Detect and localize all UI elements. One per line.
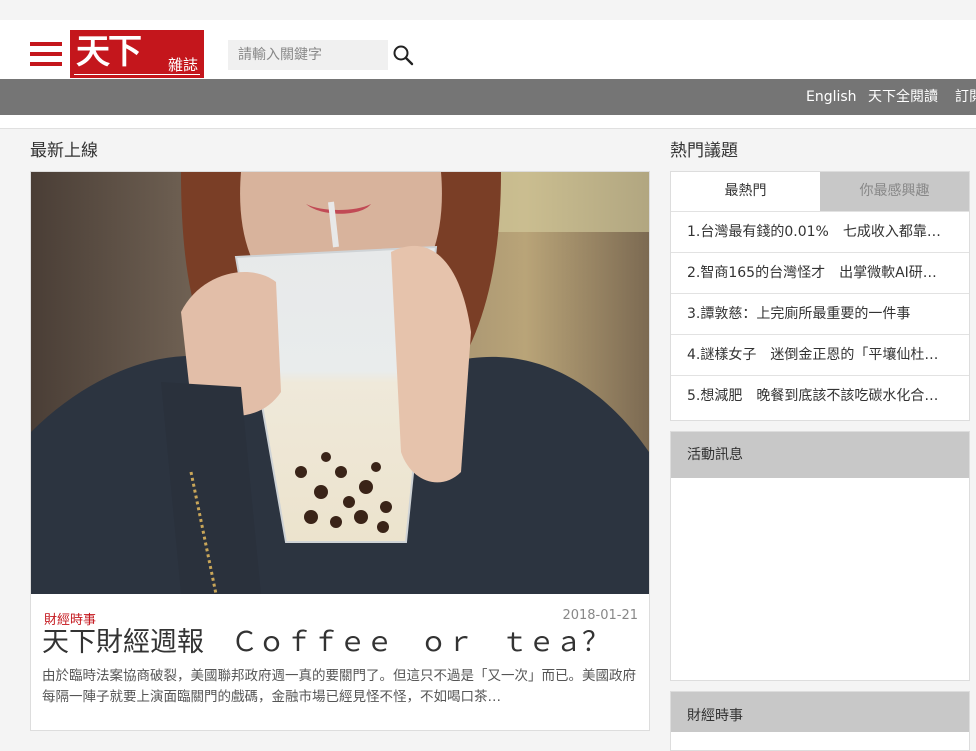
logo-main-text: 天下 [76, 32, 142, 72]
logo-sub-text: 雜誌 [167, 56, 198, 74]
main-nav: English 天下全閱讀 訂閱 [0, 79, 976, 115]
article-excerpt: 由於臨時法案協商破裂，美國聯邦政府週一真的要關門了。但這只不過是「又一次」而已。… [42, 668, 636, 705]
finance-panel-title: 財經時事 [671, 692, 969, 732]
article-title[interactable]: 天下財經週報 Ｃｏｆｆｅｅ ｏｒ ｔｅａ？ [42, 625, 622, 661]
menu-bar [30, 42, 62, 46]
hot-topics-box: 最熱門 你最感興趣 1.台灣最有錢的0.01% 七成收入都靠… 2.智商165的… [670, 171, 970, 421]
hot-topics-title: 熱門議題 [670, 141, 738, 161]
events-panel-title: 活動訊息 [671, 432, 969, 478]
search-input[interactable] [228, 40, 388, 70]
finance-panel: 財經時事 [670, 691, 970, 751]
menu-bar [30, 52, 62, 56]
featured-photo[interactable] [31, 172, 649, 594]
nav-item-subscribe[interactable]: 訂閱 [955, 79, 976, 115]
menu-bar [30, 62, 62, 66]
hot-topic-item[interactable]: 5.想減肥 晚餐到底該不該吃碳水化合… [671, 375, 969, 416]
nav-item-english[interactable]: English [806, 79, 857, 115]
top-strip [0, 0, 976, 20]
latest-section-title: 最新上線 [30, 141, 98, 161]
logo-underline [74, 74, 200, 75]
tab-your-interest[interactable]: 你最感興趣 [820, 172, 969, 211]
article-date: 2018-01-21 [562, 608, 638, 623]
nav-spacer [0, 115, 976, 129]
hot-topic-item[interactable]: 4.謎樣女子 迷倒金正恩的「平壤仙杜… [671, 334, 969, 375]
tab-most-popular[interactable]: 最熱門 [671, 172, 820, 211]
hot-topic-item[interactable]: 1.台灣最有錢的0.01% 七成收入都靠… [671, 211, 969, 252]
nav-item-full-read[interactable]: 天下全閱讀 [868, 79, 938, 115]
events-panel: 活動訊息 [670, 431, 970, 681]
search-icon[interactable] [392, 44, 414, 66]
bubble-tea-photo [31, 172, 649, 594]
hot-topic-item[interactable]: 2.智商165的台灣怪才 出掌微軟AI研… [671, 252, 969, 293]
featured-article-card[interactable]: 財經時事 2018-01-21 天下財經週報 Ｃｏｆｆｅｅ ｏｒ ｔｅａ？ 由於… [30, 171, 650, 731]
hamburger-menu-icon[interactable] [30, 42, 62, 66]
site-header: 天下 雜誌 [0, 20, 976, 79]
site-logo[interactable]: 天下 雜誌 [70, 30, 204, 78]
hot-topic-item[interactable]: 3.譚敦慈：上完廁所最重要的一件事 [671, 293, 969, 334]
hot-topics-list: 1.台灣最有錢的0.01% 七成收入都靠… 2.智商165的台灣怪才 出掌微軟A… [671, 211, 969, 416]
